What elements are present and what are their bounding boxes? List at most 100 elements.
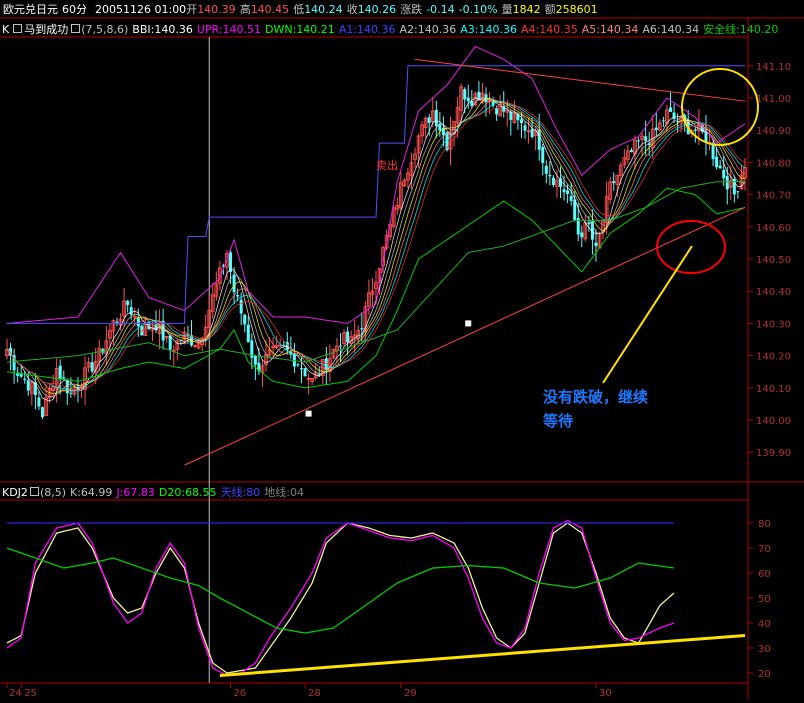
main-indicator-legend: K 马到成功 (7,5,8,6) BBI:140.36 UPR:140.51 DWN:14… — [2, 23, 786, 37]
main-legend-item-3: A1:140.36 — [338, 23, 396, 36]
candle-body-down — [495, 108, 499, 115]
amount-label: 额 — [544, 3, 556, 16]
kdj-legend-item-1: J:67.83 — [116, 486, 155, 499]
time-tick-label: 24 — [9, 688, 22, 699]
candle-body-down — [253, 355, 257, 365]
candle-body-down — [466, 97, 470, 102]
main-legend-item-4: A2:140.36 — [399, 23, 457, 36]
candle-body-down — [587, 222, 591, 225]
candlestick-chart-canvas[interactable]: 139.90 140.00 140.10 140.20 140.30 140.40 140.… — [0, 0, 804, 699]
volume-label: 量 — [501, 3, 513, 16]
price-tick-label: 139.90 — [756, 448, 791, 459]
candle-body-down — [296, 364, 300, 366]
main-legend-item-1: UPR:140.51 — [196, 23, 262, 36]
candle-body-down — [463, 89, 467, 100]
candle-body-down — [282, 344, 286, 346]
candle-body-down — [594, 242, 598, 247]
ma-line — [6, 96, 746, 398]
kdj-tick-label: 40 — [758, 619, 771, 630]
symbol-name: 欧元兑日元 — [3, 3, 58, 16]
candle-body-down — [644, 136, 648, 141]
candle-body-down — [722, 169, 726, 179]
indicator-toggle-icon[interactable] — [13, 24, 23, 33]
main-legend-item-8: A6:140.34 — [642, 23, 700, 36]
ma-line — [6, 102, 746, 391]
candle-body-down — [360, 328, 364, 330]
candle-body-down — [612, 181, 616, 184]
candle-body-down — [115, 321, 119, 323]
kdj-params: (8,5) — [39, 486, 67, 499]
candle-body-down — [303, 368, 307, 377]
close-value: 140.26 — [357, 3, 397, 16]
kdj-trendline-support — [219, 634, 746, 677]
time-tick-label: 25 — [24, 688, 37, 699]
close-label: 收 — [346, 3, 358, 16]
candle-body-down — [523, 125, 527, 131]
candle-body-down — [580, 232, 584, 238]
kdj-series-D20 — [6, 547, 675, 634]
candle-body-down — [484, 94, 488, 103]
chart-stage: 139.90 140.00 140.10 140.20 140.30 140.40 140.… — [0, 0, 804, 699]
params-toggle-icon[interactable] — [71, 24, 81, 33]
candle-body-down — [629, 150, 633, 152]
high-value: 140.45 — [250, 3, 290, 16]
price-tick-label: 140.50 — [756, 255, 791, 266]
candle-body-down — [676, 121, 680, 123]
candle-body-down — [718, 165, 722, 169]
price-tick-label: 141.10 — [756, 62, 791, 73]
main-legend-item-6: A4:140.35 — [520, 23, 578, 36]
k-label: K — [2, 23, 10, 36]
candle-body-down — [26, 380, 30, 391]
candle-body-down — [551, 177, 555, 185]
sell-signal-label: 卖出 — [376, 158, 398, 172]
kdj-tick-label: 70 — [758, 544, 771, 555]
main-legend-item-9: 安全线:140.20 — [703, 23, 779, 36]
candle-body-down — [654, 127, 658, 131]
kdj-toggle-icon[interactable] — [29, 487, 39, 496]
time-tick-label: 26 — [234, 688, 247, 699]
candle-body-down — [243, 314, 247, 325]
kdj-tick-label: 80 — [758, 519, 771, 530]
candle-body-down — [129, 307, 133, 315]
ma-line — [6, 99, 746, 392]
candle-body-down — [23, 378, 27, 380]
time-tick-label: 30 — [599, 688, 612, 699]
candle-body-down — [90, 362, 94, 372]
time-tick-label: 28 — [308, 688, 321, 699]
price-tick-label: 140.90 — [756, 126, 791, 137]
kdj-legend-item-2: D20:68.55 — [158, 486, 217, 499]
annotation-note-line1: 没有跌破，继续 — [543, 388, 648, 406]
buy-marker-icon — [305, 410, 312, 417]
indicator-params: (7,5,8,6) — [81, 23, 129, 36]
amount-value: 258601 — [555, 3, 598, 16]
candle-body-down — [637, 140, 641, 142]
candle-body-down — [569, 195, 573, 201]
candle-body-down — [346, 331, 350, 343]
yellow-circle-annotation — [681, 68, 759, 146]
volume-value: 1842 — [512, 3, 541, 16]
indicator-name[interactable]: 马到成功 — [24, 23, 68, 36]
candle-body-down — [299, 368, 303, 370]
candle-body-down — [232, 274, 236, 293]
price-tick-label: 140.30 — [756, 319, 791, 330]
change-pct-value: -0.10% — [458, 3, 498, 16]
candle-body-down — [69, 392, 73, 394]
candle-body-down — [168, 335, 172, 350]
candle-body-down — [62, 377, 66, 379]
candle-body-down — [544, 165, 548, 174]
candle-body-down — [736, 191, 740, 193]
candle-body-down — [530, 128, 534, 137]
price-tick-label: 141.00 — [756, 94, 791, 105]
high-label: 高 — [239, 3, 251, 16]
candle-body-down — [541, 147, 545, 163]
candle-body-down — [548, 174, 552, 177]
kdj-tick-label: 50 — [758, 594, 771, 605]
change-label: 涨跌 — [400, 3, 423, 16]
main-legend-item-2: DWN:140.21 — [265, 23, 335, 36]
kdj-name[interactable]: KDJ2 — [2, 486, 28, 499]
candle-body-down — [661, 120, 665, 122]
candle-body-down — [434, 109, 438, 127]
candle-body-down — [58, 365, 62, 380]
candle-body-down — [725, 176, 729, 190]
quote-header: 欧元兑日元 60分 20051126 01:00开140.39 高140.45 低140… — [3, 3, 602, 17]
